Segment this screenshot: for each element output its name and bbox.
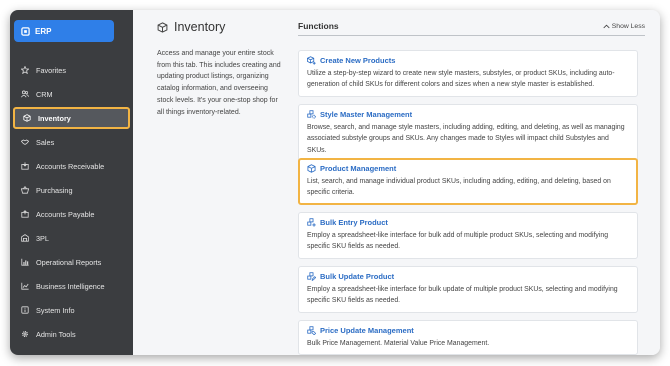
sidebar-item-label: Favorites — [36, 65, 67, 75]
sidebar-item-crm[interactable]: CRM — [13, 82, 130, 106]
functions-panel: Functions Show Less Create New Products … — [298, 20, 645, 355]
sidebar-item-label: CRM — [36, 89, 53, 99]
app-window: ERP Favorites CRM Inventory Sales Accoun… — [10, 10, 660, 355]
sidebar-item-accounts-receivable[interactable]: Accounts Receivable — [13, 154, 130, 178]
users-icon — [21, 90, 29, 98]
sidebar-item-accounts-payable[interactable]: Accounts Payable — [13, 202, 130, 226]
card-description: Bulk Price Management. Material Value Pr… — [307, 340, 490, 347]
card-title[interactable]: Bulk Entry Product — [320, 218, 388, 227]
trend-icon — [21, 282, 29, 290]
cubes-edit-icon — [307, 272, 316, 281]
sidebar-item-admin-tools[interactable]: Admin Tools — [13, 322, 130, 346]
receivable-icon — [21, 162, 29, 170]
sidebar: ERP Favorites CRM Inventory Sales Accoun… — [10, 10, 133, 355]
app-icon — [21, 26, 30, 36]
sidebar-item-label: Operational Reports — [36, 257, 102, 267]
cubes-gear-icon — [307, 110, 316, 119]
sidebar-item-label: Admin Tools — [36, 329, 76, 339]
card-title[interactable]: Price Update Management — [320, 326, 414, 335]
show-less-toggle[interactable]: Show Less — [603, 23, 645, 30]
card-header: Style Master Management — [307, 110, 629, 119]
cubes-plus-icon — [307, 218, 316, 227]
sidebar-item-inventory[interactable]: Inventory — [13, 107, 130, 129]
cubes-tag-icon — [307, 326, 316, 335]
card-description: List, search, and manage individual prod… — [307, 178, 611, 197]
sidebar-item-label: Accounts Receivable — [36, 161, 105, 171]
card-header: Product Management — [307, 164, 629, 173]
payable-icon — [21, 210, 29, 218]
card-header: Bulk Update Product — [307, 272, 629, 281]
sidebar-item-sales[interactable]: Sales — [13, 130, 130, 154]
star-icon — [21, 66, 29, 74]
basket-icon — [21, 186, 29, 194]
gear-icon — [22, 331, 28, 337]
card-description: Browse, search, and manage style masters… — [307, 124, 625, 154]
page-title-text: Inventory — [174, 20, 226, 34]
card-title[interactable]: Bulk Update Product — [320, 272, 394, 281]
function-card-bulk-entry-product[interactable]: Bulk Entry Product Employ a spreadsheet-… — [298, 212, 638, 259]
sidebar-item-purchasing[interactable]: Purchasing — [13, 178, 130, 202]
sidebar-item-label: Business Intelligence — [36, 281, 105, 291]
card-description: Employ a spreadsheet-like interface for … — [307, 232, 609, 251]
card-header: Bulk Entry Product — [307, 218, 629, 227]
functions-header: Functions Show Less — [298, 20, 645, 36]
handshake-icon — [21, 139, 29, 145]
sidebar-item-label: Inventory — [38, 113, 71, 123]
sidebar-item-operational-reports[interactable]: Operational Reports — [13, 250, 130, 274]
intro-panel: Inventory Access and manage your entire … — [157, 20, 282, 118]
sidebar-item-label: 3PL — [36, 233, 49, 243]
chevron-up-icon — [603, 24, 610, 28]
functions-title: Functions — [298, 21, 339, 31]
sidebar-item-label: Accounts Payable — [36, 209, 95, 219]
card-title[interactable]: Product Management — [320, 164, 396, 173]
cube-icon — [157, 21, 168, 33]
chart-icon — [21, 258, 29, 266]
erp-app-label: ERP — [35, 26, 52, 36]
card-description: Utilize a step-by-step wizard to create … — [307, 70, 615, 89]
sidebar-item-favorites[interactable]: Favorites — [13, 58, 130, 82]
sidebar-item-label: System Info — [36, 305, 75, 315]
sidebar-item-business-intelligence[interactable]: Business Intelligence — [13, 274, 130, 298]
cube-plus-icon — [307, 56, 316, 65]
function-card-style-master-management[interactable]: Style Master Management Browse, search, … — [298, 104, 638, 162]
cube-icon — [307, 164, 316, 173]
page-description: Access and manage your entire stock from… — [157, 50, 281, 116]
sidebar-nav: Favorites CRM Inventory Sales Accounts R… — [10, 58, 133, 346]
card-title[interactable]: Style Master Management — [320, 110, 412, 119]
page-title: Inventory — [157, 20, 282, 34]
card-header: Price Update Management — [307, 326, 629, 335]
main-content: Inventory Access and manage your entire … — [133, 10, 660, 355]
sidebar-item-system-info[interactable]: System Info — [13, 298, 130, 322]
function-card-bulk-update-product[interactable]: Bulk Update Product Employ a spreadsheet… — [298, 266, 638, 313]
erp-app-button[interactable]: ERP — [14, 20, 114, 42]
sidebar-item-3pl[interactable]: 3PL — [13, 226, 130, 250]
sidebar-item-label: Purchasing — [36, 185, 73, 195]
warehouse-icon — [21, 234, 29, 242]
function-card-product-management[interactable]: Product Management List, search, and man… — [298, 158, 638, 205]
info-icon — [21, 306, 29, 314]
cube-icon — [23, 114, 31, 122]
function-card-price-update-management[interactable]: Price Update Management Bulk Price Manag… — [298, 320, 638, 355]
card-title[interactable]: Create New Products — [320, 56, 395, 65]
card-description: Employ a spreadsheet-like interface for … — [307, 286, 618, 305]
show-less-label: Show Less — [611, 22, 645, 30]
sidebar-item-label: Sales — [36, 137, 55, 147]
card-header: Create New Products — [307, 56, 629, 65]
function-card-create-new-products[interactable]: Create New Products Utilize a step-by-st… — [298, 50, 638, 97]
